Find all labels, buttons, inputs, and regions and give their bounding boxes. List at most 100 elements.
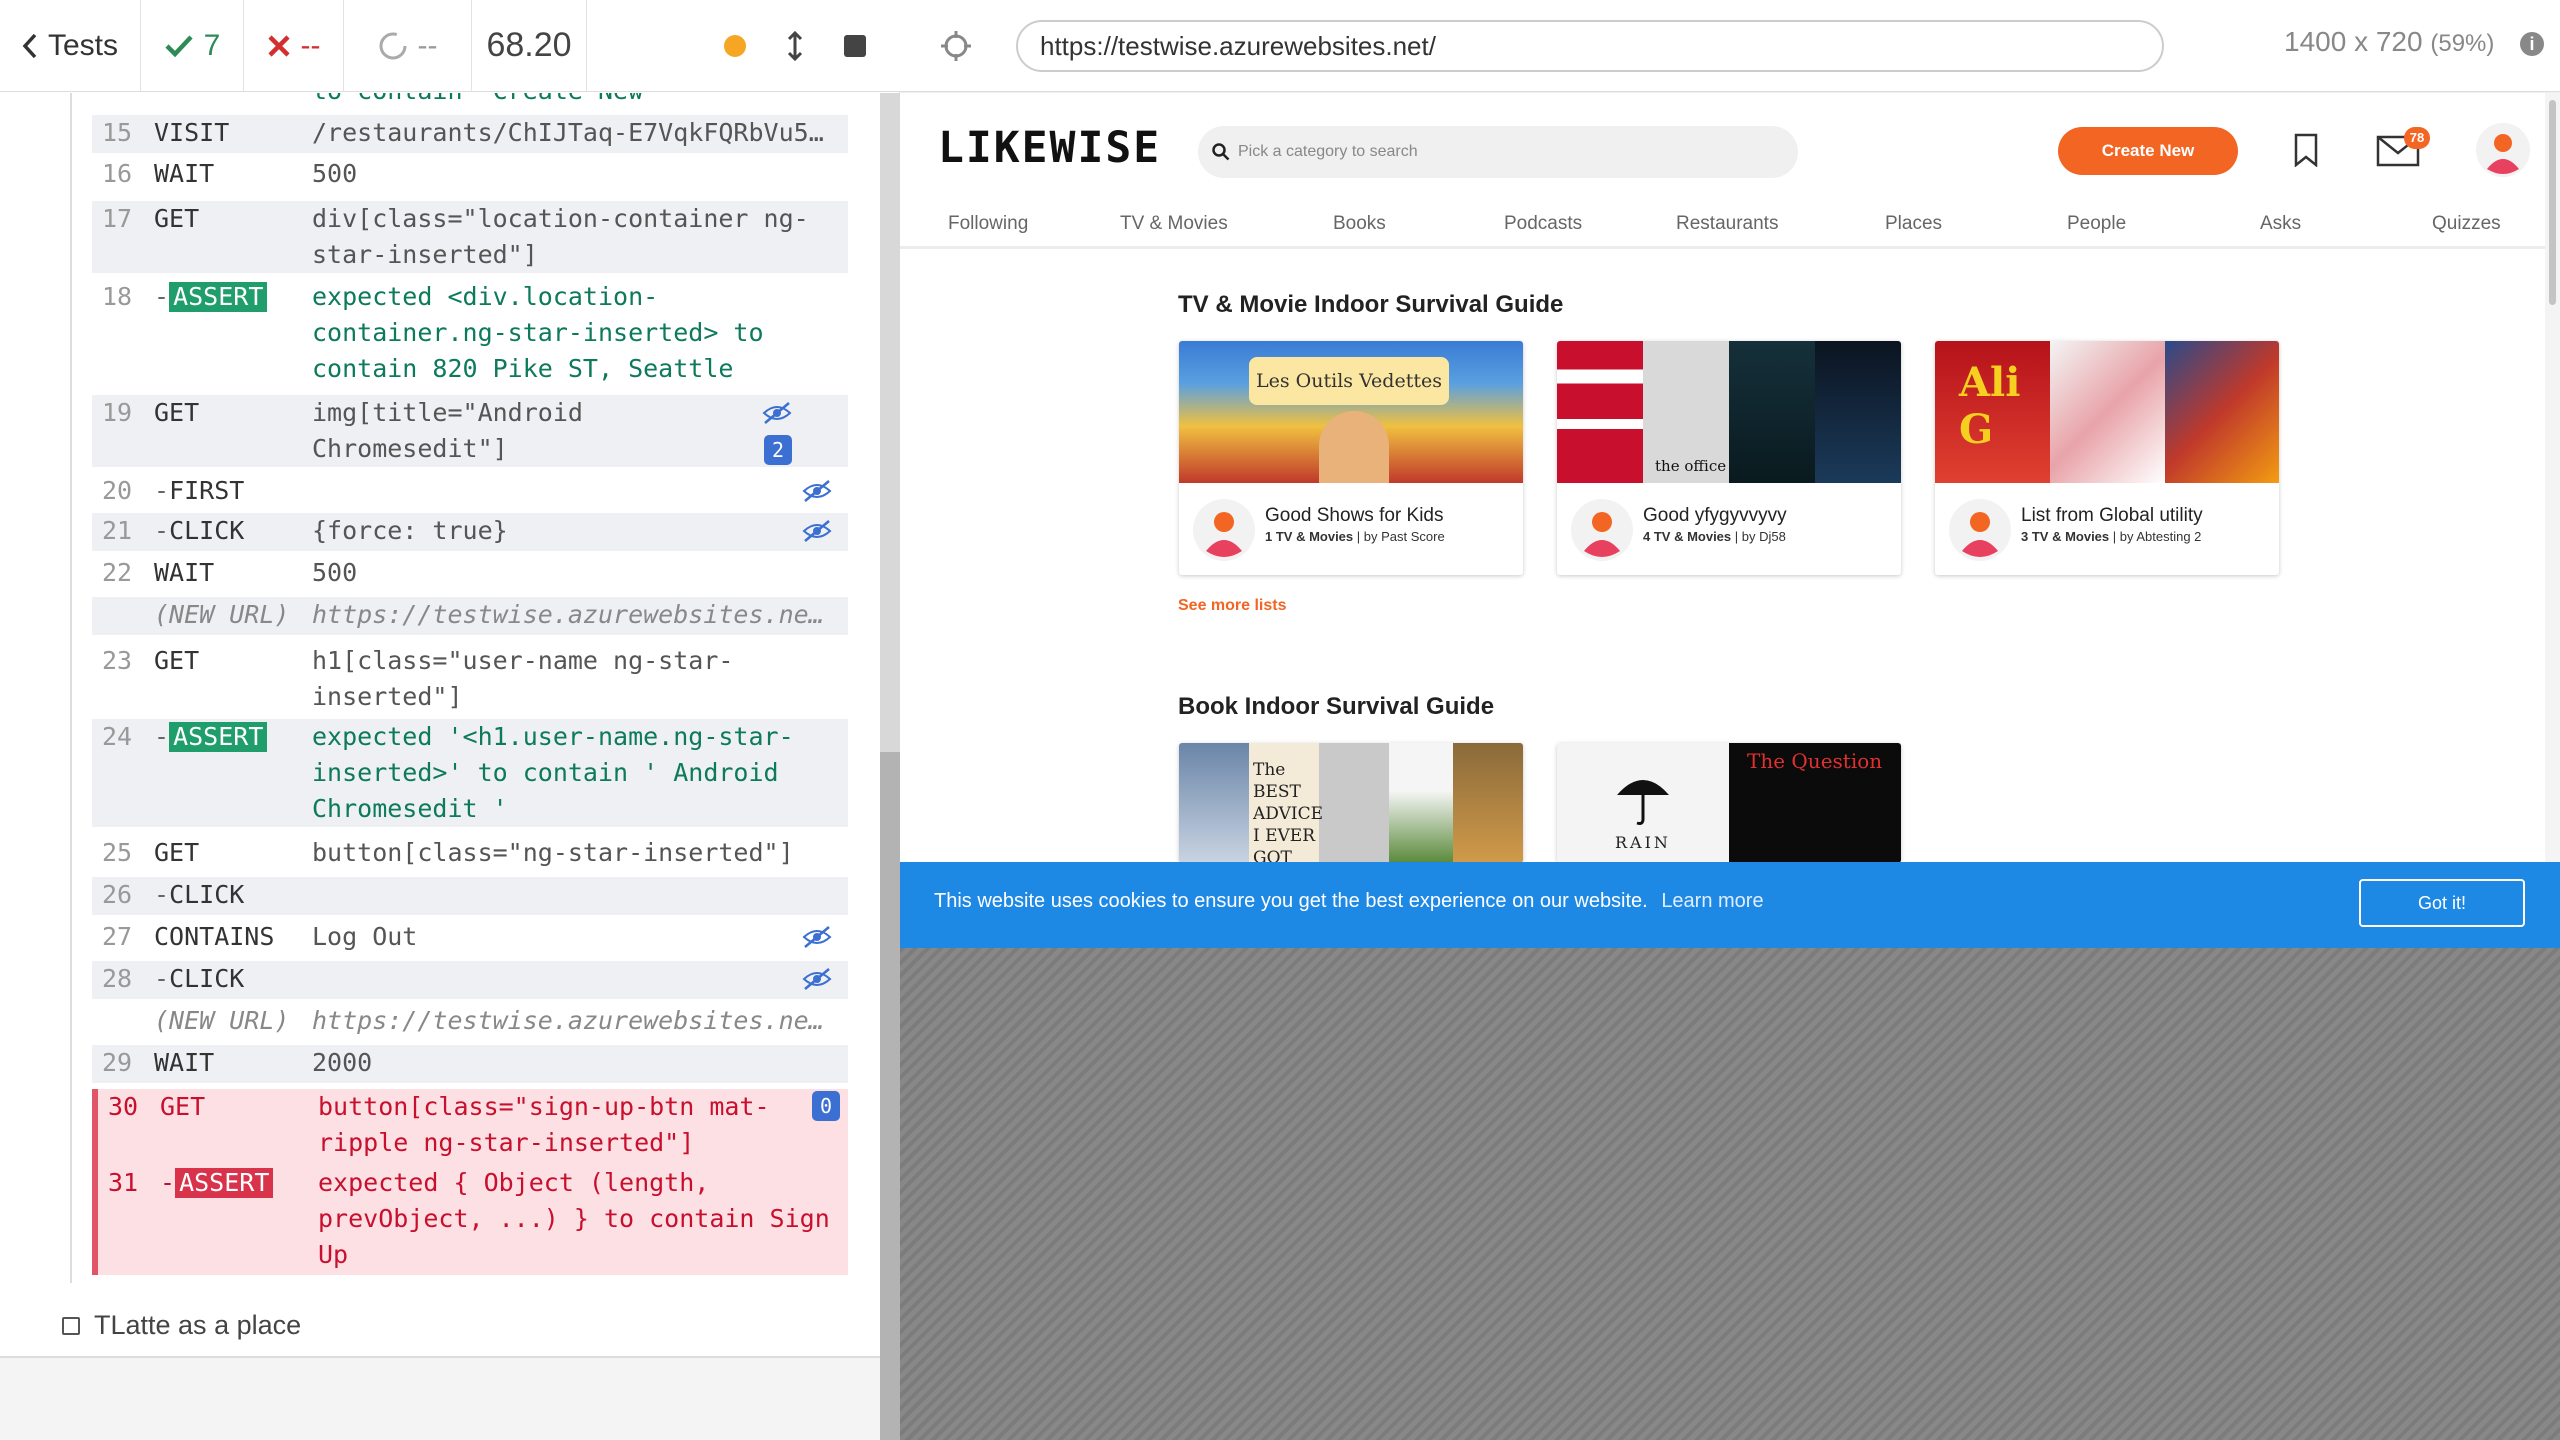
command-number: 18: [102, 282, 133, 311]
command-row[interactable]: (NEW URL) https://testwise.azurewebsites…: [92, 597, 848, 635]
stop-button[interactable]: [844, 34, 866, 57]
nav-places[interactable]: Places: [1885, 213, 1942, 235]
duration: 68.20: [472, 0, 587, 92]
passed-count[interactable]: 7: [141, 0, 244, 92]
auto-scroll-icon[interactable]: [786, 30, 804, 61]
tests-label: Tests: [48, 28, 119, 62]
see-more-lists-link[interactable]: See more lists: [1178, 597, 1287, 615]
command-row[interactable]: 24 - ASSERT expected '<h1.user-name.ng-st…: [92, 719, 848, 827]
pending-count[interactable]: --: [344, 0, 472, 92]
running-indicator-icon: [724, 34, 746, 57]
command-number: 28: [102, 964, 133, 993]
list-card[interactable]: Les Outils Vedettes Good Shows for Kids …: [1179, 341, 1523, 575]
hidden-eye-icon: [802, 926, 832, 948]
nav-books[interactable]: Books: [1333, 213, 1386, 235]
command-row[interactable]: 17 GET div[class="location-container ng-…: [92, 201, 848, 273]
assert-badge: ASSERT: [169, 282, 268, 312]
command-row[interactable]: 20 -FIRST: [92, 473, 848, 511]
command-row[interactable]: 26 -CLICK: [92, 877, 848, 915]
chevron-left-icon: [22, 33, 37, 58]
info-icon[interactable]: i: [2520, 32, 2544, 56]
card-cover-image: Les Outils Vedettes: [1179, 341, 1523, 483]
aut-url-field[interactable]: https://testwise.azurewebsites.net/: [1016, 20, 2164, 72]
user-avatar-icon[interactable]: [2476, 123, 2530, 177]
create-new-button[interactable]: Create New: [2058, 127, 2238, 175]
card-title: Good yfygyvvyvy: [1643, 505, 1787, 526]
test-runner-panel: Tests 7 -- -- 68.20 to contain 'Create N…: [0, 0, 900, 1440]
next-test-item[interactable]: TLatte as a place: [62, 1310, 301, 1341]
command-number: 25: [102, 838, 133, 867]
app-under-test: https://testwise.azurewebsites.net/ 1400…: [900, 0, 2560, 1440]
runner-header: Tests 7 -- -- 68.20: [0, 0, 900, 92]
command-row-failed[interactable]: 31 - ASSERT expected { Object (length, pr…: [92, 1165, 848, 1275]
command-method: CONTAINS: [154, 922, 275, 951]
runner-controls: [587, 0, 900, 92]
command-row[interactable]: 27 CONTAINS Log Out: [92, 919, 848, 957]
nav-podcasts[interactable]: Podcasts: [1504, 213, 1582, 235]
failed-count[interactable]: --: [244, 0, 344, 92]
book-cover-title: RAIN: [1615, 833, 1671, 852]
runner-scrollbar-thumb[interactable]: [880, 752, 900, 1440]
cookie-accept-button[interactable]: Got it!: [2359, 879, 2525, 927]
command-number: 17: [102, 204, 133, 233]
command-message: button[class="ng-star-inserted"]: [312, 838, 794, 867]
viewport-scale: (59%): [2430, 30, 2495, 57]
command-method: GET: [154, 398, 200, 427]
nav-tv-movies[interactable]: TV & Movies: [1120, 213, 1228, 235]
website-page: LIKEWISE Pick a category to search Creat…: [900, 93, 2545, 863]
card-count: 4 TV & Movies: [1643, 529, 1732, 544]
command-message: /restaurants/ChIJTaq-E7VqkFQRbVu5G0…: [312, 118, 832, 147]
page-scrollbar-thumb[interactable]: [2549, 100, 2556, 305]
command-row[interactable]: to contain 'Create New': [92, 93, 848, 105]
command-row[interactable]: 19 GET img[title="Android Chromesedit"] …: [92, 395, 848, 467]
tests-back-button[interactable]: Tests: [0, 0, 141, 92]
cookie-message: This website uses cookies to ensure you …: [934, 890, 1764, 913]
card-banner-text: Les Outils Vedettes: [1249, 357, 1449, 405]
category-search-input[interactable]: Pick a category to search: [1198, 126, 1798, 178]
learn-more-link[interactable]: Learn more: [1661, 890, 1763, 912]
command-number: 21: [102, 516, 133, 545]
card-banner-text: the office: [1655, 457, 1727, 475]
command-row[interactable]: 18 - ASSERT expected <div.location-contai…: [92, 279, 848, 387]
card-title: Good Shows for Kids: [1265, 505, 1444, 526]
element-count-badge: 2: [764, 435, 792, 465]
list-card[interactable]: the office Good yfygyvvyvy 4 TV & Movies…: [1557, 341, 1901, 575]
hidden-eye-icon: [802, 480, 832, 502]
user-avatar-icon: [1193, 499, 1255, 561]
nav-restaurants[interactable]: Restaurants: [1676, 213, 1778, 235]
list-card[interactable]: Ali G List from Global utility 3 TV & Mo…: [1935, 341, 2279, 575]
assert-badge: ASSERT: [169, 722, 268, 752]
nav-asks[interactable]: Asks: [2260, 213, 2301, 235]
check-icon: [165, 34, 193, 57]
command-row[interactable]: 23 GET h1[class="user-name ng-star-inser…: [92, 643, 848, 715]
command-row[interactable]: 25 GET button[class="ng-star-inserted"]: [92, 835, 848, 873]
nav-quizzes[interactable]: Quizzes: [2432, 213, 2501, 235]
command-number: 24: [102, 722, 133, 751]
card-meta: 1 TV & Movies | by Past Score: [1265, 529, 1445, 544]
mail-count-badge: 78: [2404, 127, 2430, 149]
site-logo[interactable]: LIKEWISE: [938, 123, 1161, 173]
viewport-size: 1400 x 720 (59%): [2284, 26, 2494, 58]
section-title: Book Indoor Survival Guide: [1178, 693, 1495, 720]
command-row[interactable]: 16 WAIT 500: [92, 156, 848, 194]
command-row[interactable]: 29 WAIT 2000: [92, 1045, 848, 1083]
selector-playground-icon[interactable]: [940, 30, 972, 62]
user-avatar-icon: [1949, 499, 2011, 561]
command-method: WAIT: [154, 558, 215, 587]
command-message: 500: [312, 159, 358, 188]
pending-circle-icon: [379, 32, 406, 59]
command-row-failed[interactable]: 30 GET button[class="sign-up-btn mat-rip…: [92, 1089, 848, 1165]
command-row[interactable]: 15 VISIT /restaurants/ChIJTaq-E7VqkFQRbV…: [92, 115, 848, 153]
command-row[interactable]: 21 -CLICK {force: true}: [92, 513, 848, 551]
list-card[interactable]: RAIN The Question: [1557, 743, 1901, 863]
bookmark-icon[interactable]: [2292, 133, 2320, 167]
command-message: 2000: [312, 1048, 373, 1077]
command-row[interactable]: 28 -CLICK: [92, 961, 848, 999]
card-cover-image: RAIN The Question: [1557, 743, 1901, 863]
command-number: 23: [102, 646, 133, 675]
command-row[interactable]: 22 WAIT 500: [92, 555, 848, 593]
nav-following[interactable]: Following: [948, 213, 1028, 235]
command-row[interactable]: (NEW URL) https://testwise.azurewebsites…: [92, 1003, 848, 1041]
list-card[interactable]: The BEST ADVICE I EVER GOT: [1179, 743, 1523, 863]
nav-people[interactable]: People: [2067, 213, 2126, 235]
